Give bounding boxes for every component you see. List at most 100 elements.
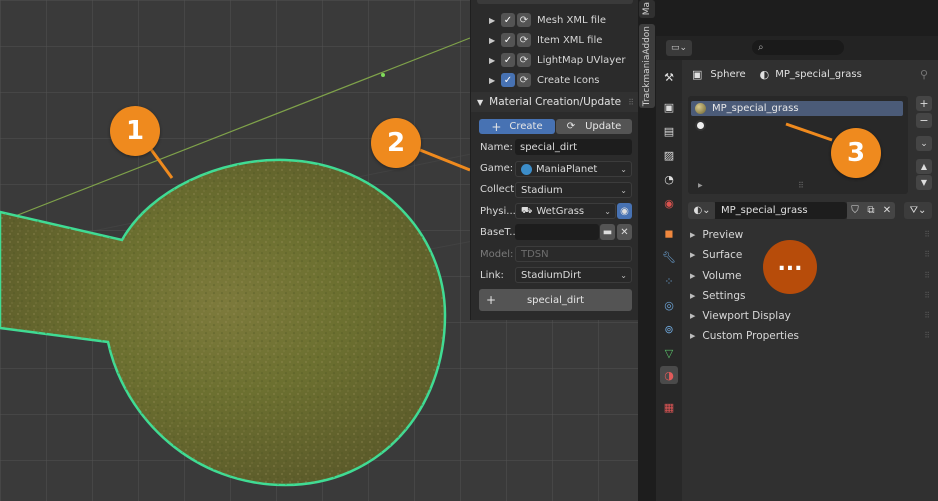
link-dropdown[interactable]: StadiumDirt ⌄ (515, 267, 632, 283)
tab-trackmania-addon[interactable]: TrackmaniaAddon (639, 24, 655, 108)
callout-more: ... (763, 240, 817, 294)
panel-label: Preview (702, 229, 744, 241)
mesh-xml-checkbox[interactable]: ✓ (501, 13, 515, 27)
drag-grip-icon[interactable]: ⠿ (924, 331, 930, 340)
expand-icon: ▶ (690, 272, 696, 280)
refresh-icon[interactable]: ⟳ (517, 53, 531, 67)
expand-icon: ▶ (690, 251, 696, 259)
panel-volume[interactable]: ▶ Volume (690, 270, 741, 282)
drag-grip-icon[interactable]: ⠿ (924, 230, 930, 239)
pin-icon[interactable]: ⚲ (920, 68, 928, 81)
panel-label: Volume (702, 270, 742, 282)
panel-label: Viewport Display (702, 310, 791, 322)
plus-icon: + (491, 119, 502, 134)
expand-icon[interactable]: ▶ (489, 76, 499, 85)
drag-grip-icon[interactable]: ⠿ (924, 271, 930, 280)
chevron-down-icon: ⌄ (620, 270, 627, 280)
expand-icon[interactable]: ▶ (698, 182, 703, 189)
move-up-button[interactable]: ▲ (916, 159, 932, 174)
expand-icon: ▶ (690, 312, 696, 320)
panel-viewport-display[interactable]: ▶ Viewport Display (690, 310, 791, 322)
create-icons-label: Create Icons (537, 74, 600, 86)
drag-grip-icon[interactable]: ⠿ (924, 291, 930, 300)
drag-grip-icon[interactable]: ⠿ (924, 250, 930, 259)
physics-icon[interactable]: ◎ (660, 296, 678, 314)
constraints-icon[interactable]: ⊚ (660, 320, 678, 338)
eye-icon[interactable]: ◉ (617, 203, 632, 219)
resize-grip-icon[interactable]: ⠿ (798, 181, 804, 190)
refresh-icon[interactable]: ⟳ (517, 73, 531, 87)
world-icon[interactable]: ◉ (660, 194, 678, 212)
duplicate-icon[interactable]: ⧉ (863, 202, 879, 219)
refresh-icon[interactable]: ⟳ (517, 13, 531, 27)
properties-sidebar: ⚒ ▣ ▤ ▨ ◔ ◉ ◼ 🔧︎ ⁘ ◎ ⊚ ▽ ◑ ▦ (656, 60, 682, 501)
folder-icon[interactable]: ▬ (600, 224, 615, 240)
link-type-icon[interactable]: ⛛⌄ (904, 202, 932, 219)
update-button[interactable]: ⟳ Update (556, 119, 632, 134)
name-field[interactable]: special_dirt (515, 139, 632, 155)
close-icon[interactable]: ✕ (617, 224, 632, 240)
callout-2: 2 (371, 118, 421, 168)
refresh-icon: ⟳ (566, 121, 576, 132)
panel-label: Surface (702, 249, 743, 261)
breadcrumb: ▣ Sphere ◐ MP_special_grass (692, 68, 862, 81)
link-value: StadiumDirt (521, 269, 582, 281)
particles-icon[interactable]: ⁘ (660, 272, 678, 290)
drag-grip-icon[interactable]: ⠿ (628, 98, 634, 107)
game-dropdown[interactable]: ManiaPlanet ⌄ (515, 161, 632, 177)
create-icons-checkbox[interactable]: ✓ (501, 73, 515, 87)
fake-user-icon[interactable]: ⛉ (847, 202, 863, 219)
car-icon: ⛟ (521, 205, 533, 216)
tool-icon[interactable]: ⚒ (660, 68, 678, 86)
object-icon[interactable]: ◼ (660, 224, 678, 242)
output-icon[interactable]: ▤ (660, 122, 678, 140)
view-layer-icon[interactable]: ▨ (660, 146, 678, 164)
material-preview-icon (695, 120, 706, 131)
expand-icon[interactable]: ▶ (489, 56, 499, 65)
move-down-button[interactable]: ▼ (916, 175, 932, 190)
item-xml-label: Item XML file (537, 34, 603, 46)
refresh-icon[interactable]: ⟳ (517, 33, 531, 47)
drag-grip-icon[interactable]: ⠿ (924, 311, 930, 320)
collection-dropdown[interactable]: Stadium ⌄ (515, 182, 632, 198)
slot-specials-button[interactable]: ⌄ (916, 136, 932, 151)
add-material-button[interactable]: + special_dirt (479, 289, 632, 311)
editor-type-icon[interactable]: ▭⌄ (666, 40, 692, 56)
model-label: Model: (480, 249, 514, 260)
panel-preview[interactable]: ▶ Preview (690, 229, 743, 241)
modifier-icon[interactable]: 🔧︎ (660, 248, 678, 266)
search-input[interactable]: ⌕ (752, 40, 844, 55)
item-xml-checkbox[interactable]: ✓ (501, 33, 515, 47)
trackmania-addon-panel: ▶ ✓ ⟳ Mesh XML file ▶ ✓ ⟳ Item XML file … (470, 0, 639, 320)
remove-slot-button[interactable]: − (916, 113, 932, 128)
add-slot-button[interactable]: + (916, 96, 932, 111)
unlink-icon[interactable]: ✕ (879, 202, 895, 219)
scene-icon[interactable]: ◔ (660, 170, 678, 188)
object-data-icon[interactable]: ▽ (660, 344, 678, 362)
panel-custom-properties[interactable]: ▶ Custom Properties (690, 330, 799, 342)
render-icon[interactable]: ▣ (660, 98, 678, 116)
material-slot-label: MP_special_grass (712, 103, 799, 114)
collection-value: Stadium (521, 184, 563, 196)
material-icon[interactable]: ◑ (660, 366, 678, 384)
browse-material-button[interactable]: ◐⌄ (688, 202, 716, 219)
export-row-icons: ▶ ✓ ⟳ Create Icons (471, 70, 639, 90)
panel-settings[interactable]: ▶ Settings (690, 290, 745, 302)
chevron-down-icon: ⌄ (620, 185, 627, 195)
expand-icon[interactable]: ▶ (489, 36, 499, 45)
basetexture-field[interactable] (515, 224, 599, 240)
tab-trackmania-label: TrackmaniaAddon (642, 25, 652, 107)
material-creation-header[interactable]: ▼ Material Creation/Update ⠿ (471, 92, 639, 112)
material-slot-selected[interactable]: MP_special_grass (691, 101, 903, 116)
collapse-icon: ▼ (477, 97, 484, 107)
lightmap-checkbox[interactable]: ✓ (501, 53, 515, 67)
mesh-xml-label: Mesh XML file (537, 14, 606, 26)
texture-icon[interactable]: ▦ (660, 398, 678, 416)
material-name-field[interactable]: MP_special_grass (715, 202, 847, 219)
physics-dropdown[interactable]: ⛟ WetGrass ⌄ (515, 203, 616, 219)
create-button[interactable]: + Create (479, 119, 555, 134)
tab-top[interactable]: Ma (639, 0, 655, 18)
game-label: Game: (480, 163, 514, 174)
expand-icon[interactable]: ▶ (489, 16, 499, 25)
panel-surface[interactable]: ▶ Surface (690, 249, 742, 261)
